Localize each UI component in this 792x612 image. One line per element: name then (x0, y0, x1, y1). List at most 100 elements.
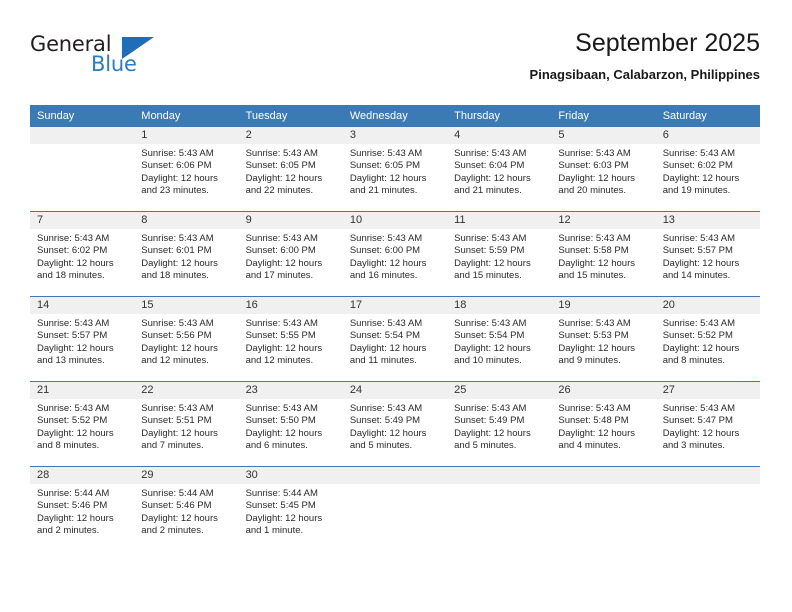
daylight-text-line2: and 1 minute. (245, 525, 304, 537)
sunset-text: Sunset: 5:53 PM (558, 330, 629, 342)
day-details: Sunrise: 5:43 AM Sunset: 6:05 PM Daylight:… (239, 144, 343, 198)
page-header: General Blue September 2025 Pinagsibaan,… (30, 28, 760, 94)
calendar-day-cell[interactable]: 29 Sunrise: 5:44 AM Sunset: 5:46 PM Dayligh… (134, 466, 239, 551)
daylight-text-line2: and 15 minutes. (558, 270, 627, 282)
daylight-text-line2: and 16 minutes. (349, 270, 418, 282)
daylight-text-line2: and 2 minutes. (37, 525, 100, 537)
weekday-header-thursday: Thursday (447, 105, 552, 127)
general-blue-logo: General Blue (30, 32, 230, 88)
calendar-day-cell[interactable]: 13 Sunrise: 5:43 AM Sunset: 5:57 PM Dayligh… (655, 211, 760, 297)
calendar-day-cell[interactable]: 23 Sunrise: 5:43 AM Sunset: 5:50 PM Dayligh… (238, 381, 343, 467)
day-number: 20 (655, 297, 760, 314)
sunrise-text: Sunrise: 5:43 AM (662, 403, 736, 414)
calendar-day-cell[interactable]: 27 Sunrise: 5:43 AM Sunset: 5:47 PM Dayligh… (655, 381, 760, 467)
daylight-text-line1: Daylight: 12 hours (349, 427, 427, 439)
daylight-text-line1: Daylight: 12 hours (454, 257, 531, 269)
sunset-text: Sunset: 5:54 PM (454, 330, 525, 342)
day-number: 8 (134, 212, 239, 229)
day-details: Sunrise: 5:43 AM Sunset: 5:51 PM Daylight:… (134, 399, 238, 453)
calendar-day-cell[interactable]: 16 Sunrise: 5:43 AM Sunset: 5:55 PM Dayligh… (238, 296, 343, 382)
day-number: 1 (134, 127, 239, 144)
day-number: 28 (30, 467, 135, 484)
day-details: Sunrise: 5:43 AM Sunset: 5:49 PM Daylight:… (343, 399, 447, 453)
daylight-text-line2: and 18 minutes. (141, 270, 209, 282)
day-number: 22 (134, 382, 239, 399)
daylight-text-line2: and 23 minutes. (141, 185, 209, 197)
sunrise-text: Sunrise: 5:43 AM (454, 148, 527, 159)
calendar-day-cell[interactable]: 2 Sunrise: 5:43 AM Sunset: 6:05 PM Daylight… (238, 127, 343, 212)
daylight-text-line2: and 12 minutes. (245, 355, 314, 367)
day-details: Sunrise: 5:44 AM Sunset: 5:46 PM Daylight:… (30, 484, 134, 538)
daylight-text-line2: and 5 minutes. (454, 440, 517, 452)
sunrise-text: Sunrise: 5:43 AM (245, 233, 318, 244)
sunrise-text: Sunrise: 5:43 AM (349, 148, 423, 159)
daylight-text-line1: Daylight: 12 hours (454, 342, 531, 354)
calendar-day-cell[interactable]: 9 Sunrise: 5:43 AM Sunset: 6:00 PM Daylight… (238, 211, 343, 297)
sunset-text: Sunset: 5:59 PM (454, 245, 525, 257)
calendar-day-cell[interactable]: 11 Sunrise: 5:43 AM Sunset: 5:59 PM Dayligh… (447, 211, 552, 297)
weekday-header-tuesday: Tuesday (238, 105, 343, 127)
sunrise-text: Sunrise: 5:43 AM (558, 233, 631, 244)
daylight-text-line2: and 21 minutes. (454, 185, 522, 197)
sunset-text: Sunset: 5:48 PM (558, 415, 629, 427)
calendar-header-row: Sunday Monday Tuesday Wednesday Thursday… (30, 105, 760, 127)
daylight-text-line2: and 14 minutes. (662, 270, 731, 282)
day-details: Sunrise: 5:43 AM Sunset: 5:54 PM Daylight:… (447, 314, 551, 368)
day-details: Sunrise: 5:43 AM Sunset: 6:04 PM Daylight:… (447, 144, 551, 198)
sunrise-text: Sunrise: 5:43 AM (454, 233, 527, 244)
calendar-day-cell[interactable]: 12 Sunrise: 5:43 AM Sunset: 5:58 PM Dayligh… (551, 211, 656, 297)
sunset-text: Sunset: 5:52 PM (37, 415, 108, 427)
calendar-week-row: 7 Sunrise: 5:43 AM Sunset: 6:02 PM Daylight… (30, 211, 760, 297)
daylight-text-line1: Daylight: 12 hours (245, 342, 323, 354)
calendar-day-cell[interactable]: 3 Sunrise: 5:43 AM Sunset: 6:05 PM Daylight… (342, 127, 448, 212)
calendar-day-cell[interactable]: 17 Sunrise: 5:43 AM Sunset: 5:54 PM Dayligh… (342, 296, 448, 382)
sunrise-text: Sunrise: 5:43 AM (349, 318, 423, 329)
sunset-text: Sunset: 6:05 PM (245, 160, 316, 172)
calendar-day-cell[interactable]: 21 Sunrise: 5:43 AM Sunset: 5:52 PM Dayligh… (30, 381, 135, 467)
day-number: 3 (342, 127, 448, 144)
day-details: Sunrise: 5:43 AM Sunset: 5:56 PM Daylight:… (134, 314, 238, 368)
calendar-day-cell[interactable]: 18 Sunrise: 5:43 AM Sunset: 5:54 PM Dayligh… (447, 296, 552, 382)
day-details: Sunrise: 5:43 AM Sunset: 6:02 PM Daylight:… (656, 144, 760, 198)
calendar-day-cell[interactable]: 7 Sunrise: 5:43 AM Sunset: 6:02 PM Daylight… (30, 211, 135, 297)
day-details: Sunrise: 5:44 AM Sunset: 5:46 PM Daylight:… (134, 484, 238, 538)
calendar-day-cell[interactable]: 5 Sunrise: 5:43 AM Sunset: 6:03 PM Daylight… (551, 127, 656, 212)
sunrise-text: Sunrise: 5:44 AM (37, 488, 110, 499)
daylight-text-line1: Daylight: 12 hours (662, 257, 740, 269)
calendar-day-cell[interactable]: 15 Sunrise: 5:43 AM Sunset: 5:56 PM Dayligh… (134, 296, 239, 382)
daylight-text-line1: Daylight: 12 hours (662, 172, 740, 184)
day-number: 25 (447, 382, 552, 399)
daylight-text-line2: and 11 minutes. (349, 355, 417, 367)
calendar-day-cell[interactable]: 24 Sunrise: 5:43 AM Sunset: 5:49 PM Dayligh… (342, 381, 448, 467)
calendar-day-cell[interactable]: 4 Sunrise: 5:43 AM Sunset: 6:04 PM Daylight… (447, 127, 552, 212)
day-number: 13 (655, 212, 760, 229)
calendar-day-cell[interactable]: 14 Sunrise: 5:43 AM Sunset: 5:57 PM Dayligh… (30, 296, 135, 382)
sunset-text: Sunset: 5:51 PM (141, 415, 212, 427)
calendar-day-cell[interactable]: 28 Sunrise: 5:44 AM Sunset: 5:46 PM Dayligh… (30, 466, 135, 551)
calendar-day-cell[interactable]: 25 Sunrise: 5:43 AM Sunset: 5:49 PM Dayligh… (447, 381, 552, 467)
sunset-text: Sunset: 6:02 PM (662, 160, 733, 172)
daylight-text-line2: and 15 minutes. (454, 270, 522, 282)
day-number: 17 (342, 297, 448, 314)
day-number: 7 (30, 212, 135, 229)
sunrise-text: Sunrise: 5:43 AM (662, 233, 736, 244)
daylight-text-line2: and 3 minutes. (662, 440, 726, 452)
sunrise-text: Sunrise: 5:43 AM (141, 148, 214, 159)
day-details: Sunrise: 5:43 AM Sunset: 5:47 PM Daylight:… (656, 399, 760, 453)
day-number: 14 (30, 297, 135, 314)
day-details: Sunrise: 5:44 AM Sunset: 5:45 PM Daylight:… (239, 484, 343, 538)
calendar-day-cell[interactable]: 20 Sunrise: 5:43 AM Sunset: 5:52 PM Dayligh… (655, 296, 760, 382)
calendar-page: General Blue September 2025 Pinagsibaan,… (0, 0, 792, 612)
calendar-day-cell[interactable]: 1 Sunrise: 5:43 AM Sunset: 6:06 PM Daylight… (134, 127, 239, 212)
calendar-day-cell[interactable]: 8 Sunrise: 5:43 AM Sunset: 6:01 PM Daylight… (134, 211, 239, 297)
calendar-day-cell[interactable]: 10 Sunrise: 5:43 AM Sunset: 6:00 PM Dayligh… (342, 211, 448, 297)
calendar-day-cell[interactable]: 30 Sunrise: 5:44 AM Sunset: 5:45 PM Dayligh… (238, 466, 343, 551)
calendar-day-cell[interactable]: 6 Sunrise: 5:43 AM Sunset: 6:02 PM Daylight… (655, 127, 760, 212)
sunrise-text: Sunrise: 5:43 AM (454, 403, 527, 414)
calendar-day-cell[interactable]: 26 Sunrise: 5:43 AM Sunset: 5:48 PM Dayligh… (551, 381, 656, 467)
calendar-day-cell[interactable]: 19 Sunrise: 5:43 AM Sunset: 5:53 PM Dayligh… (551, 296, 656, 382)
sunrise-text: Sunrise: 5:43 AM (37, 403, 110, 414)
day-number (447, 467, 552, 484)
daylight-text-line2: and 18 minutes. (37, 270, 105, 282)
calendar-day-cell[interactable]: 22 Sunrise: 5:43 AM Sunset: 5:51 PM Dayligh… (134, 381, 239, 467)
